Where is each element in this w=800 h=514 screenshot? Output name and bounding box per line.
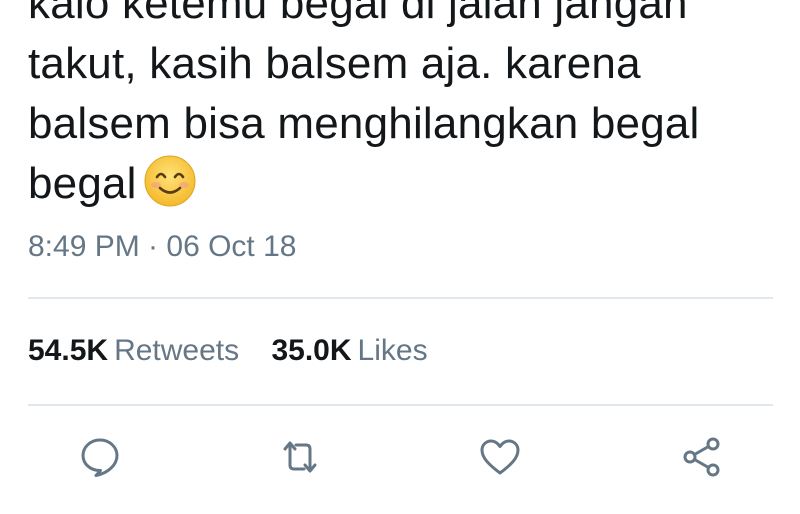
share-icon xyxy=(683,437,720,477)
tweet-text-line-word: begal xyxy=(28,159,137,208)
likes-stat[interactable]: 35.0K Likes xyxy=(271,334,427,368)
divider xyxy=(28,404,773,406)
reply-icon xyxy=(81,438,119,477)
retweets-stat[interactable]: 54.5K Retweets xyxy=(28,334,239,368)
smiling-face-emoji-icon xyxy=(143,154,197,208)
tweet-text-line: begal xyxy=(28,154,798,214)
tweet-detail: kalo ketemu begal di jalan jangan takut,… xyxy=(0,0,800,514)
tweet-text-line: balsem bisa menghilangkan begal xyxy=(28,99,700,148)
retweets-count: 54.5K xyxy=(28,334,109,367)
tweet-timestamp[interactable]: 8:49 PM · 06 Oct 18 xyxy=(28,230,296,264)
retweet-icon xyxy=(283,441,317,473)
tweet-text-line: kalo ketemu begal di jalan jangan xyxy=(28,0,688,28)
like-button[interactable] xyxy=(473,430,527,484)
retweet-button[interactable] xyxy=(273,430,327,484)
retweets-label: Retweets xyxy=(114,334,240,367)
tweet-actions xyxy=(0,430,800,490)
reply-button[interactable] xyxy=(73,430,127,484)
tweet-stats: 54.5K Retweets 35.0K Likes xyxy=(28,334,452,368)
likes-label: Likes xyxy=(357,334,428,367)
likes-count: 35.0K xyxy=(271,334,352,367)
tweet-text-line: takut, kasih balsem aja. karena xyxy=(28,39,641,88)
heart-icon xyxy=(480,439,520,475)
share-button[interactable] xyxy=(675,430,729,484)
divider xyxy=(28,297,773,299)
tweet-text: kalo ketemu begal di jalan jangan takut,… xyxy=(28,0,798,214)
